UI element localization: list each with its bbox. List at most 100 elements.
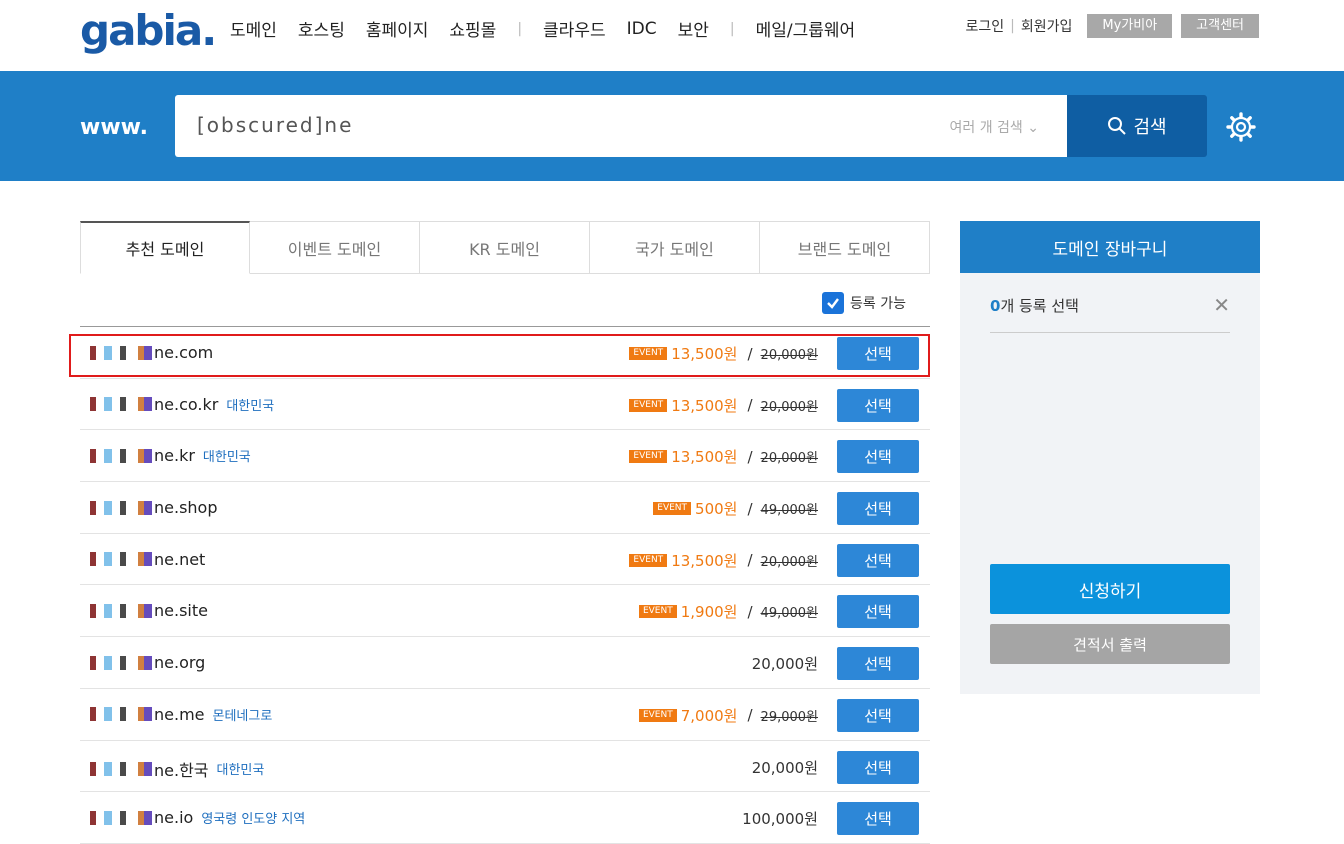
event-badge: EVENT xyxy=(653,502,692,516)
cart-count: 0개 등록 선택 xyxy=(990,295,1079,316)
signup-link[interactable]: 회원가입 xyxy=(1021,16,1073,36)
price-slash: / xyxy=(747,706,753,725)
regular-price: 20,000원 xyxy=(751,655,818,674)
nav-security[interactable]: 보안 xyxy=(678,16,709,41)
sale-price: 13,500원 xyxy=(671,448,738,467)
tab-recommended[interactable]: 추천 도메인 xyxy=(80,221,250,274)
table-row: ne.me 몬테네그로 EVENT 7,000원 / 29,000원 선택 xyxy=(80,689,930,741)
tab-event[interactable]: 이벤트 도메인 xyxy=(250,221,420,274)
select-button[interactable]: 선택 xyxy=(837,543,919,577)
domain-name: ne.한국 대한민국 xyxy=(90,757,264,781)
regular-price: 100,000원 xyxy=(742,810,818,829)
select-button[interactable]: 선택 xyxy=(837,750,919,784)
apply-button[interactable]: 신청하기 xyxy=(990,564,1230,614)
available-checkbox[interactable] xyxy=(822,292,844,314)
country-label: 영국령 인도양 지역 xyxy=(201,812,306,828)
gabia-logo[interactable]: gabia. xyxy=(80,6,217,55)
search-button[interactable]: 검색 xyxy=(1067,95,1207,157)
domain-name: ne.org xyxy=(90,653,205,672)
tab-brand[interactable]: 브랜드 도메인 xyxy=(760,221,930,274)
select-button[interactable]: 선택 xyxy=(837,595,919,629)
domain-suffix: ne.site xyxy=(154,601,208,621)
cart-count-number: 0 xyxy=(990,297,1001,315)
multi-search-dropdown[interactable]: 여러 개 검색 ⌄ xyxy=(950,117,1040,137)
price-info: EVENT 500원 / 49,000원 xyxy=(653,498,818,519)
obscured-text xyxy=(90,552,152,567)
cart-count-label: 개 등록 선택 xyxy=(1000,297,1079,315)
select-button[interactable]: 선택 xyxy=(837,802,919,836)
select-button[interactable]: 선택 xyxy=(837,492,919,526)
country-label: 대한민국 xyxy=(226,398,275,414)
original-price: 20,000원 xyxy=(760,399,818,415)
mygabia-button[interactable]: My가비아 xyxy=(1087,14,1173,38)
search-button-label: 검색 xyxy=(1133,117,1167,138)
domain-search-input[interactable]: [obscured]ne 여러 개 검색 ⌄ xyxy=(175,95,1067,157)
obscured-text xyxy=(90,707,152,722)
price-info: EVENT 13,500원 / 20,000원 xyxy=(629,395,818,416)
country-label: 몬테네그로 xyxy=(212,708,273,724)
nav-hosting[interactable]: 호스팅 xyxy=(298,16,345,41)
country-label: 대한민국 xyxy=(216,763,265,778)
table-row: ne.org 20,000원 선택 xyxy=(80,637,930,689)
tab-kr[interactable]: KR 도메인 xyxy=(420,221,590,274)
multi-search-label: 여러 개 검색 xyxy=(949,120,1023,136)
close-icon[interactable]: ✕ xyxy=(1213,293,1230,317)
nav-divider: | xyxy=(729,20,735,37)
price-slash: / xyxy=(747,396,753,415)
obscured-text xyxy=(90,761,152,776)
country-label: 대한민국 xyxy=(202,450,251,466)
domain-suffix: ne.한국 xyxy=(154,760,209,780)
domain-name: ne.io 영국령 인도양 지역 xyxy=(90,808,305,827)
nav-shopping[interactable]: 쇼핑몰 xyxy=(449,16,496,41)
sale-price: 13,500원 xyxy=(671,396,738,415)
obscured-text xyxy=(90,655,152,670)
search-value: [obscured]ne xyxy=(197,113,354,137)
available-filter[interactable]: 등록 가능 xyxy=(822,292,906,314)
domain-suffix: ne.co.kr xyxy=(154,394,219,414)
nav-cloud[interactable]: 클라우드 xyxy=(543,16,606,41)
table-row: ne.한국 대한민국 20,000원 선택 xyxy=(80,741,930,793)
domain-suffix: ne.me xyxy=(154,704,205,724)
price-slash: / xyxy=(747,602,753,621)
price-info: EVENT 1,900원 / 49,000원 xyxy=(638,601,818,622)
domain-suffix: ne.io xyxy=(154,808,194,828)
price-info: EVENT 13,500원 / 20,000원 xyxy=(629,550,818,571)
original-price: 49,000원 xyxy=(760,606,818,622)
select-button[interactable]: 선택 xyxy=(837,440,919,474)
tab-country[interactable]: 국가 도메인 xyxy=(590,221,760,274)
top-bar: gabia. 도메인 호스팅 홈페이지 쇼핑몰 | 클라우드 IDC 보안 | … xyxy=(0,0,1344,71)
nav-mail[interactable]: 메일/그룹웨어 xyxy=(756,16,856,41)
domain-result-list: ne.com EVENT 13,500원/20,000원 선택 ne.co.kr 대한민국… xyxy=(80,327,930,844)
nav-homepage[interactable]: 홈페이지 xyxy=(366,16,429,41)
select-button[interactable]: 선택 xyxy=(837,698,919,732)
util-divider: | xyxy=(1010,18,1015,34)
price-info: 100,000원 xyxy=(742,808,818,829)
obscured-text xyxy=(90,500,152,515)
original-price: 20,000원 xyxy=(760,554,818,570)
login-link[interactable]: 로그인 xyxy=(965,16,1004,36)
domain-name: ne.me 몬테네그로 xyxy=(90,705,272,724)
table-row: ne.io 영국령 인도양 지역 100,000원 선택 xyxy=(80,792,930,844)
available-label: 등록 가능 xyxy=(850,296,906,312)
sale-price: 1,900원 xyxy=(680,603,738,622)
price-info: 20,000원 xyxy=(752,757,818,778)
global-nav: 도메인 호스팅 홈페이지 쇼핑몰 | 클라우드 IDC 보안 | 메일/그룹웨어 xyxy=(230,16,876,42)
print-quote-button[interactable]: 견적서 출력 xyxy=(990,624,1230,664)
cart-divider xyxy=(990,332,1230,333)
domain-name: ne.site xyxy=(90,601,208,620)
price-slash: / xyxy=(747,499,753,518)
select-button[interactable]: 선택 xyxy=(837,388,919,422)
gear-icon[interactable] xyxy=(1225,111,1257,143)
obscured-text xyxy=(90,397,152,412)
domain-suffix: ne.shop xyxy=(154,498,218,518)
domain-suffix: ne.kr xyxy=(154,446,195,466)
selected-row-highlight xyxy=(69,334,930,377)
price-slash: / xyxy=(747,551,753,570)
nav-domain[interactable]: 도메인 xyxy=(230,16,277,41)
original-price: 29,000원 xyxy=(760,709,818,725)
nav-idc[interactable]: IDC xyxy=(627,19,657,39)
original-price: 49,000원 xyxy=(760,503,818,519)
support-button[interactable]: 고객센터 xyxy=(1181,14,1259,38)
select-button[interactable]: 선택 xyxy=(837,647,919,681)
price-slash: / xyxy=(747,447,753,466)
